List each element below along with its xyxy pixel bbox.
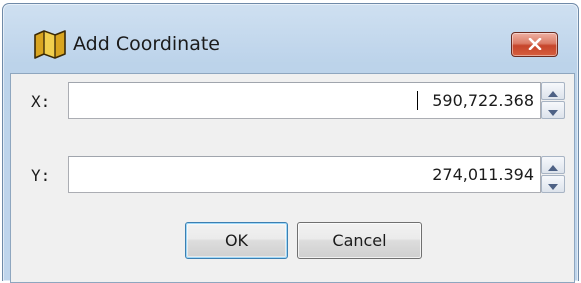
- x-coordinate-value: 590,722.368: [432, 91, 534, 110]
- x-spinner: [541, 82, 565, 119]
- close-icon: [528, 35, 542, 54]
- x-coordinate-field[interactable]: 590,722.368: [68, 82, 541, 119]
- arrow-down-icon: [548, 175, 558, 194]
- x-spin-up-button[interactable]: [541, 82, 565, 100]
- map-icon: [33, 29, 67, 59]
- arrow-up-icon: [548, 156, 558, 175]
- arrow-down-icon: [548, 101, 558, 120]
- y-label: Y:: [31, 166, 51, 185]
- title-bar[interactable]: Add Coordinate: [3, 4, 578, 59]
- y-coordinate-field[interactable]: 274,011.394: [68, 156, 541, 193]
- arrow-up-icon: [548, 82, 558, 101]
- y-spinner: [541, 156, 565, 193]
- x-label: X:: [31, 92, 51, 111]
- add-coordinate-dialog: Add Coordinate X: 590,722.368 Y: 274,011…: [2, 3, 579, 283]
- y-coordinate-value: 274,011.394: [432, 165, 534, 184]
- y-spin-down-button[interactable]: [541, 175, 565, 193]
- x-spin-down-button[interactable]: [541, 101, 565, 119]
- y-spin-up-button[interactable]: [541, 156, 565, 174]
- dialog-title: Add Coordinate: [73, 33, 220, 55]
- ok-button[interactable]: OK: [185, 222, 288, 259]
- cancel-button[interactable]: Cancel: [297, 222, 422, 259]
- close-button[interactable]: [511, 32, 558, 57]
- dialog-body: X: 590,722.368 Y: 274,011.394 OK Cancel: [10, 73, 575, 283]
- text-caret: [417, 91, 418, 110]
